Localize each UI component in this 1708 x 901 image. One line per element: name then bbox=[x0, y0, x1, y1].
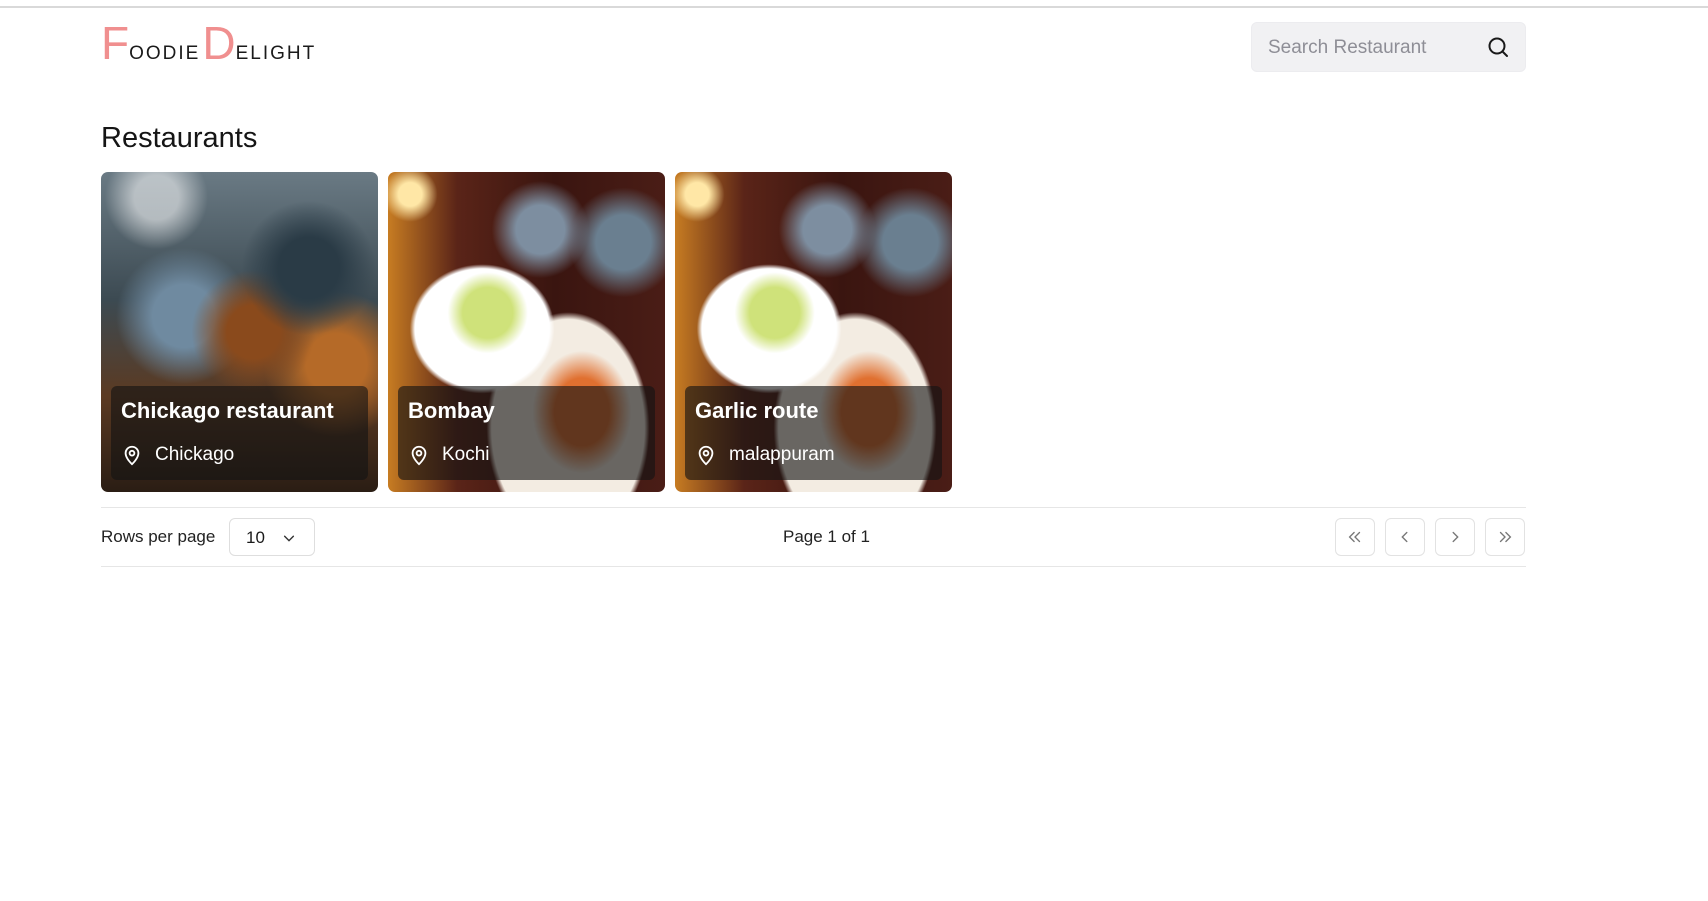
next-page-icon bbox=[1452, 531, 1459, 543]
top-divider bbox=[0, 6, 1708, 8]
pagination-bar: Rows per page 10 Page 1 of 1 bbox=[101, 507, 1526, 567]
first-page-icon bbox=[1348, 531, 1361, 543]
previous-page-icon bbox=[1401, 531, 1408, 543]
chevron-down-icon bbox=[283, 535, 295, 542]
rows-per-page-label: Rows per page bbox=[101, 527, 216, 546]
page-title: Restaurants bbox=[101, 122, 258, 154]
search-input[interactable] bbox=[1266, 23, 1490, 73]
last-page-icon bbox=[1499, 531, 1512, 543]
first-page-button[interactable] bbox=[1335, 518, 1375, 556]
restaurant-location: Chickago bbox=[121, 444, 234, 466]
map-pin-icon bbox=[124, 445, 140, 466]
map-pin-icon bbox=[411, 445, 427, 466]
logo[interactable]: F OODIE D ELIGHT bbox=[101, 20, 318, 66]
location-text: Kochi bbox=[442, 444, 490, 465]
location-text: Chickago bbox=[155, 444, 235, 465]
restaurant-name: Garlic route bbox=[695, 398, 819, 423]
restaurant-card[interactable]: Garlic route malappuram bbox=[675, 172, 952, 492]
rows-per-page-value: 10 bbox=[246, 528, 265, 547]
restaurant-list: Chickago restaurant Chickago Bombay Koch… bbox=[101, 172, 952, 492]
restaurant-card[interactable]: Chickago restaurant Chickago bbox=[101, 172, 378, 492]
last-page-button[interactable] bbox=[1485, 518, 1525, 556]
search-box bbox=[1251, 22, 1526, 73]
rows-per-page-select[interactable]: 10 bbox=[229, 518, 315, 556]
logo-text-elight: ELIGHT bbox=[235, 43, 317, 64]
page-info: Page 1 of 1 bbox=[783, 527, 870, 546]
search-icon[interactable] bbox=[1486, 35, 1510, 59]
logo-initial-d: D bbox=[202, 17, 236, 69]
logo-text-oodie: OODIE bbox=[129, 43, 201, 64]
header: F OODIE D ELIGHT bbox=[101, 20, 1526, 74]
restaurant-name: Chickago restaurant bbox=[121, 398, 334, 423]
location-text: malappuram bbox=[729, 444, 835, 465]
map-pin-icon bbox=[698, 445, 714, 466]
restaurant-location: malappuram bbox=[695, 444, 835, 466]
logo-initial-f: F bbox=[101, 17, 130, 69]
restaurant-card[interactable]: Bombay Kochi bbox=[388, 172, 665, 492]
next-page-button[interactable] bbox=[1435, 518, 1475, 556]
previous-page-button[interactable] bbox=[1385, 518, 1425, 556]
restaurant-location: Kochi bbox=[408, 444, 490, 466]
restaurant-name: Bombay bbox=[408, 398, 495, 423]
